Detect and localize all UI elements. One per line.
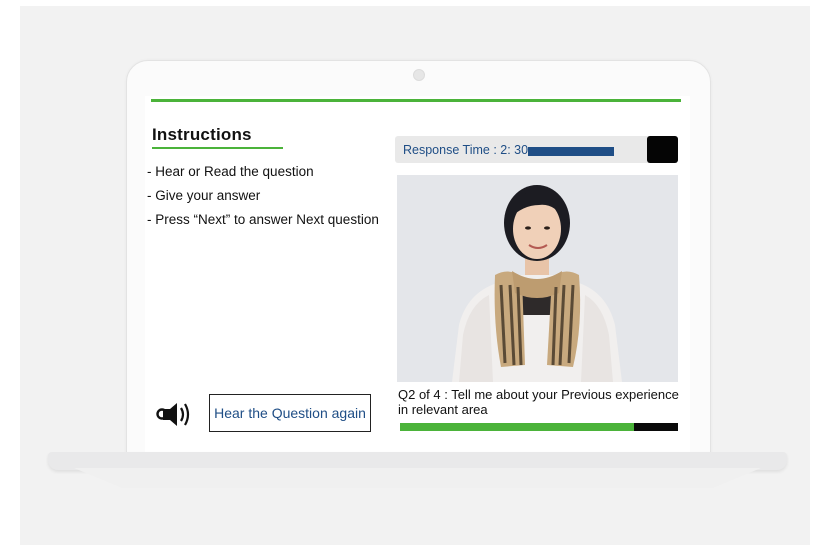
- question-progress-bar: [400, 423, 678, 431]
- laptop-screen: Instructions - Hear or Read the question…: [145, 96, 690, 454]
- question-progress-fill: [400, 423, 634, 431]
- response-time-progress: [528, 147, 614, 156]
- laptop-base-bottom: [74, 468, 761, 488]
- response-time-bar: Response Time : 2: 30: [395, 136, 678, 163]
- question-text: Q2 of 4 : Tell me about your Previous ex…: [398, 387, 679, 417]
- instructions-list: - Hear or Read the question - Give your …: [147, 160, 379, 232]
- instruction-item: - Give your answer: [147, 188, 261, 203]
- instructions-underline: [152, 147, 283, 149]
- webcam-icon: [413, 69, 425, 81]
- instruction-item: - Press “Next” to answer Next question: [147, 212, 379, 227]
- laptop-base: [48, 452, 787, 470]
- response-time-label: Response Time : 2: 30: [403, 143, 529, 157]
- top-divider: [151, 99, 681, 102]
- record-stop-button[interactable]: [647, 136, 678, 163]
- candidate-video: [397, 175, 678, 382]
- person-video-feed: [397, 175, 678, 382]
- speaker-icon[interactable]: [156, 399, 192, 431]
- hear-question-again-button[interactable]: Hear the Question again: [209, 394, 371, 432]
- instructions-title: Instructions: [152, 125, 252, 144]
- instruction-item: - Hear or Read the question: [147, 164, 314, 179]
